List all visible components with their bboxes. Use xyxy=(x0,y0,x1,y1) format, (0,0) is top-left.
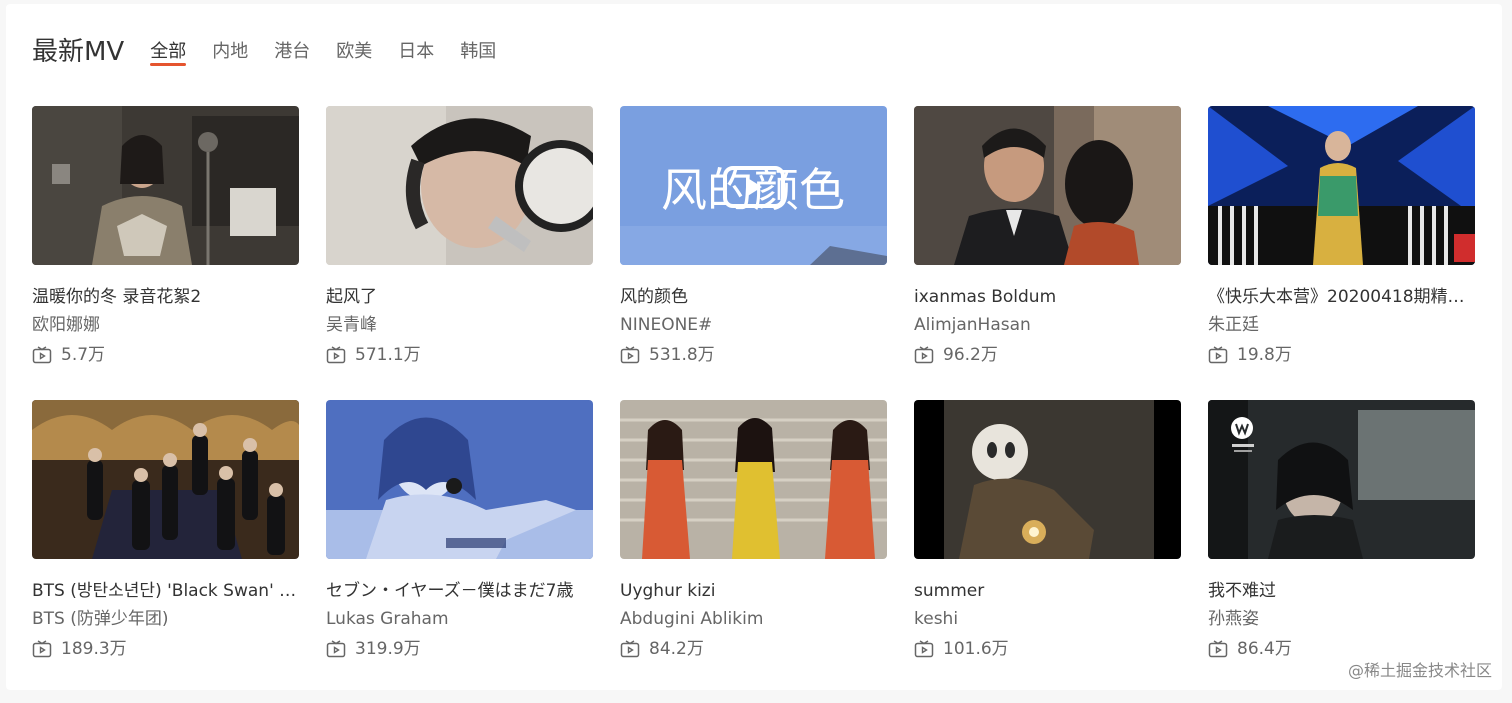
mv-title[interactable]: セブン・イヤーズ－僕はまだ7歳 xyxy=(326,579,593,603)
mv-card[interactable]: 我不难过 孙燕姿 86.4万 xyxy=(1208,400,1475,694)
mv-artist[interactable]: NINEONE# xyxy=(620,313,887,337)
play-count-value: 5.7万 xyxy=(61,345,106,365)
tab-all[interactable]: 全部 xyxy=(150,32,187,72)
video-play-icon xyxy=(326,346,346,364)
play-count: 84.2万 xyxy=(620,637,887,661)
mv-header: 最新MV 全部 内地 港台 欧美 日本 韩国 xyxy=(32,28,522,72)
mv-title[interactable]: 《快乐大本营》20200418期精彩看点 xyxy=(1208,285,1475,309)
tab-western[interactable]: 欧美 xyxy=(336,32,372,72)
play-count: 531.8万 xyxy=(620,343,887,367)
recording-studio-thumbnail[interactable] xyxy=(32,106,299,265)
mv-artist[interactable]: Abdugini Ablikim xyxy=(620,607,887,631)
play-count-value: 189.3万 xyxy=(61,639,127,659)
mv-title[interactable]: Uyghur kizi xyxy=(620,579,887,603)
play-count: 96.2万 xyxy=(914,343,1181,367)
section-title: 最新MV xyxy=(32,37,125,67)
video-play-icon xyxy=(32,640,52,658)
car-window-thumbnail[interactable] xyxy=(1208,400,1475,559)
tab-mainland[interactable]: 内地 xyxy=(212,32,248,72)
play-count: 189.3万 xyxy=(32,637,299,661)
mv-artist[interactable]: BTS (防弹少年团) xyxy=(32,607,299,631)
tab-hk-tw[interactable]: 港台 xyxy=(274,32,310,72)
video-play-icon xyxy=(914,346,934,364)
tab-korea[interactable]: 韩国 xyxy=(460,32,496,72)
mv-card[interactable]: 《快乐大本营》20200418期精彩看点 朱正廷 19.8万 xyxy=(1208,106,1475,400)
mv-artist[interactable]: keshi xyxy=(914,607,1181,631)
video-play-icon xyxy=(1208,640,1228,658)
mv-artist[interactable]: Lukas Graham xyxy=(326,607,593,631)
label-logo-icon xyxy=(1231,417,1254,452)
mv-artist[interactable]: 吴青峰 xyxy=(326,313,593,337)
play-count: 101.6万 xyxy=(914,637,1181,661)
play-count-value: 319.9万 xyxy=(355,639,421,659)
mv-title[interactable]: 温暖你的冬 录音花絮2 xyxy=(32,285,299,309)
mv-card[interactable]: セブン・イヤーズ－僕はまだ7歳 Lukas Graham 319.9万 xyxy=(326,400,593,694)
mv-card[interactable]: BTS (방탄소년단) 'Black Swan' Art Film BTS (防… xyxy=(32,400,299,694)
tab-japan[interactable]: 日本 xyxy=(398,32,434,72)
play-count-value: 531.8万 xyxy=(649,345,715,365)
mv-artist[interactable]: 朱正廷 xyxy=(1208,313,1475,337)
video-play-icon xyxy=(620,640,640,658)
mv-card[interactable]: ixanmas Boldum AlimjanHasan 96.2万 xyxy=(914,106,1181,400)
group-staircase-thumbnail[interactable] xyxy=(32,400,299,559)
video-play-icon xyxy=(1208,346,1228,364)
watermark: @稀土掘金技术社区 xyxy=(1347,661,1492,680)
video-play-icon xyxy=(914,640,934,658)
mv-title[interactable]: 我不难过 xyxy=(1208,579,1475,603)
mv-title[interactable]: 风的颜色 xyxy=(620,285,887,309)
couple-thumbnail[interactable] xyxy=(914,106,1181,265)
play-count: 319.9万 xyxy=(326,637,593,661)
video-play-icon xyxy=(326,640,346,658)
play-count: 5.7万 xyxy=(32,343,299,367)
mv-title[interactable]: summer xyxy=(914,579,1181,603)
play-count-value: 19.8万 xyxy=(1237,345,1292,365)
dark-night-thumbnail[interactable] xyxy=(914,400,1181,559)
play-count-value: 101.6万 xyxy=(943,639,1009,659)
region-tabs: 全部 内地 港台 欧美 日本 韩国 xyxy=(150,32,522,72)
singer-microphone-thumbnail[interactable] xyxy=(326,106,593,265)
play-count: 571.1万 xyxy=(326,343,593,367)
stage-performance-thumbnail[interactable] xyxy=(1208,106,1475,265)
mv-title[interactable]: ixanmas Boldum xyxy=(914,285,1181,309)
mv-grid: 温暖你的冬 录音花絮2 欧阳娜娜 5.7万 起风了 吴青峰 571.1万 风的颜… xyxy=(32,106,1475,694)
mv-card[interactable]: Uyghur kizi Abdugini Ablikim 84.2万 xyxy=(620,400,887,694)
play-count-value: 84.2万 xyxy=(649,639,704,659)
play-count-value: 571.1万 xyxy=(355,345,421,365)
mv-artist[interactable]: 欧阳娜娜 xyxy=(32,313,299,337)
mv-card[interactable]: summer keshi 101.6万 xyxy=(914,400,1181,694)
mv-artist[interactable]: 孙燕姿 xyxy=(1208,607,1475,631)
mv-artist[interactable]: AlimjanHasan xyxy=(914,313,1181,337)
video-play-icon xyxy=(32,346,52,364)
title-card-thumbnail[interactable]: 风的颜色 xyxy=(620,106,887,265)
play-count: 19.8万 xyxy=(1208,343,1475,367)
mv-card[interactable]: 风的颜色 风的颜色 NINEONE# 531.8万 xyxy=(620,106,887,400)
mv-card[interactable]: 温暖你的冬 录音花絮2 欧阳娜娜 5.7万 xyxy=(32,106,299,400)
illustrated-singer-thumbnail[interactable] xyxy=(326,400,593,559)
mv-title[interactable]: BTS (방탄소년단) 'Black Swan' Art Film xyxy=(32,579,299,603)
mv-title[interactable]: 起风了 xyxy=(326,285,593,309)
mv-card[interactable]: 起风了 吴青峰 571.1万 xyxy=(326,106,593,400)
play-count-value: 96.2万 xyxy=(943,345,998,365)
three-women-thumbnail[interactable] xyxy=(620,400,887,559)
play-count-value: 86.4万 xyxy=(1237,639,1292,659)
video-play-icon xyxy=(620,346,640,364)
